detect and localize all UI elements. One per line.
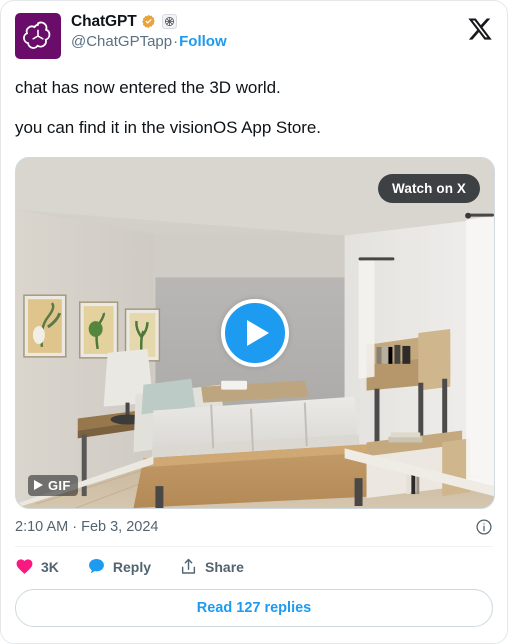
tweet-paragraph-2: you can find it in the visionOS App Stor… [15,118,321,138]
tweet-paragraph-1: chat has now entered the 3D world. [15,78,281,97]
share-action[interactable]: Share [179,557,244,576]
follow-button[interactable]: Follow [179,33,227,50]
tweet-timestamp[interactable]: 2:10 AM · Feb 3, 2024 [15,519,158,535]
share-icon [179,557,198,576]
verified-badge-icon [141,14,156,29]
gif-badge[interactable]: GIF [28,474,78,496]
tweet-header: ChatGPT @ChatGPTapp·Follow [15,13,493,63]
gif-play-icon [34,480,43,491]
reply-action[interactable]: Reply [87,557,151,576]
play-button[interactable] [221,298,289,367]
account-handle[interactable]: @ChatGPTapp [71,33,172,50]
gif-label: GIF [48,477,71,493]
account-identity: ChatGPT @ChatGPTapp·Follow [71,13,227,50]
embedded-tweet-card: ChatGPT @ChatGPTapp·Follow chat has now … [0,0,508,644]
x-logo-icon[interactable] [467,16,493,42]
avatar[interactable] [15,13,61,59]
openai-logo-icon [21,19,55,53]
display-name: ChatGPT [71,13,137,30]
tweet-media[interactable]: Watch on X GIF [15,156,495,509]
timestamp-row: 2:10 AM · Feb 3, 2024 [15,509,493,547]
share-label: Share [205,558,244,575]
reply-bubble-icon [87,557,106,576]
watch-on-x-button[interactable]: Watch on X [378,173,480,203]
handle-row: @ChatGPTapp·Follow [71,33,227,50]
affiliate-badge-icon[interactable] [161,14,177,30]
like-count: 3K [41,558,59,575]
like-action[interactable]: 3K [15,557,59,576]
read-replies-button[interactable]: Read 127 replies [15,588,493,627]
play-icon [247,319,269,346]
reply-label: Reply [112,558,152,575]
display-name-row: ChatGPT [71,14,227,30]
heart-icon [15,557,34,576]
tweet-actions: 3K Reply Share [15,547,493,587]
tweet-text: chat has now entered the 3D world. you c… [15,77,493,140]
info-circle-icon[interactable] [475,518,493,536]
